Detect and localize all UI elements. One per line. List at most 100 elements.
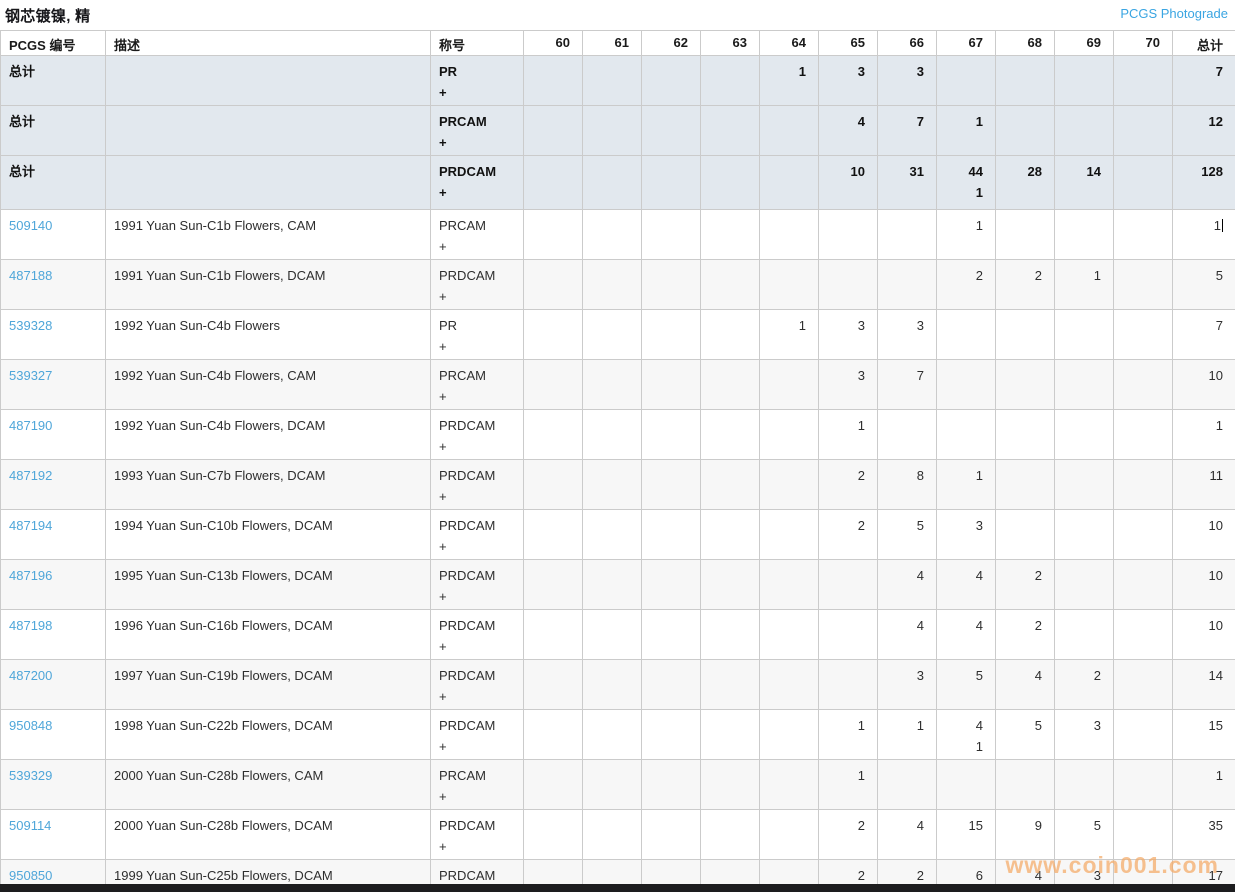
grade-70-cell [1113, 709, 1173, 760]
grade-62-cell [641, 509, 701, 560]
grade-61-cell [582, 55, 642, 106]
pcgs-number-cell: 539328 [0, 309, 106, 360]
designation-cell: PRDCAM + [430, 509, 524, 560]
grade-68-cell: 4 [995, 659, 1055, 710]
pcgs-number-link[interactable]: 487190 [9, 418, 52, 433]
pcgs-number-link[interactable]: 487200 [9, 668, 52, 683]
grade-67-cell [936, 359, 996, 410]
total-value: 1 [1213, 218, 1221, 233]
pcgs-number-link[interactable]: 487194 [9, 518, 52, 533]
total-cell: 7 [1172, 55, 1235, 106]
pcgs-number-link[interactable]: 487192 [9, 468, 52, 483]
table-row: 487198 1996 Yuan Sun-C16b Flowers, DCAM PR… [0, 609, 1235, 660]
total-line: 1 [1174, 415, 1223, 436]
pcgs-number-link[interactable]: 539329 [9, 768, 52, 783]
cell-value: 1991 Yuan Sun-C1b Flowers, DCAM [114, 268, 326, 283]
grade-64-cell [759, 155, 819, 210]
cell-value: 4 [916, 818, 924, 833]
description-cell [105, 155, 431, 210]
grade-67-cell: 1 [936, 105, 996, 156]
grade-66-cell: 31 [877, 155, 937, 210]
cell-value: 2 [975, 268, 983, 283]
grade-62-cell [641, 809, 701, 860]
grade-66-cell: 3 [877, 55, 937, 106]
summary-row: 总计 PRDCAM +10 31 44 1 28 14 128 [0, 155, 1235, 210]
cell-value: 9 [1034, 818, 1042, 833]
total-value: 14 [1208, 668, 1223, 683]
grade-64-cell [759, 259, 819, 310]
column-header-description: 描述 [105, 30, 431, 56]
cell-value: 44 [968, 164, 983, 179]
grade-67-cell: 1 [936, 209, 996, 260]
grade-68-cell [995, 55, 1055, 106]
grade-70-cell [1113, 759, 1173, 810]
coin-description: 1993 Yuan Sun-C7b Flowers, DCAM [105, 459, 431, 510]
grade-63-cell [700, 809, 760, 860]
designation: PRDCAM [439, 418, 496, 433]
total-cell: 5 [1172, 259, 1235, 310]
summary-label: 总计 [0, 155, 106, 210]
pcgs-number-cell: 487200 [0, 659, 106, 710]
grade-60-cell [523, 105, 583, 156]
table-row: 539327 1992 Yuan Sun-C4b Flowers, CAM PRCA… [0, 359, 1235, 410]
grade-69-cell: 3 [1054, 709, 1114, 760]
cell-value: 5 [975, 668, 983, 683]
grade-64-cell: 1 [759, 55, 819, 106]
grade-70-cell [1113, 659, 1173, 710]
grade-67-cell: 5 [936, 659, 996, 710]
pcgs-number-link[interactable]: 539327 [9, 368, 52, 383]
pcgs-number-link[interactable]: 509114 [9, 818, 51, 833]
grade-70-cell [1113, 609, 1173, 660]
column-header-grade-68: 68 [995, 30, 1055, 56]
grade-63-cell [700, 309, 760, 360]
table-row: 509140 1991 Yuan Sun-C1b Flowers, CAM PRCA… [0, 209, 1235, 260]
pcgs-number-link[interactable]: 487198 [9, 618, 52, 633]
summary-row: 总计 PR +1 3 3 7 [0, 55, 1235, 106]
total-value: 12 [1208, 114, 1223, 129]
total-value: 35 [1208, 818, 1223, 833]
pcgs-number-link[interactable]: 487196 [9, 568, 52, 583]
cell-value: 3 [1093, 718, 1101, 733]
grade-64-cell [759, 509, 819, 560]
cell-value: 2 [857, 468, 865, 483]
cell-value: 1995 Yuan Sun-C13b Flowers, DCAM [114, 568, 333, 583]
grade-68-cell: 2 [995, 259, 1055, 310]
cell-value: 6 [975, 868, 983, 883]
grade-60-cell [523, 359, 583, 410]
pcgs-number-link[interactable]: 509140 [9, 218, 52, 233]
pcgs-number-link[interactable]: 539328 [9, 318, 52, 333]
designation-cell: PR + [430, 55, 524, 106]
grade-60-cell [523, 509, 583, 560]
total-line: 1 [1174, 215, 1223, 236]
grade-62-cell [641, 105, 701, 156]
grade-62-cell [641, 709, 701, 760]
pcgs-number-cell: 487198 [0, 609, 106, 660]
column-header-grade-70: 70 [1113, 30, 1173, 56]
grade-60-cell [523, 559, 583, 610]
grade-62-cell [641, 659, 701, 710]
cell-value: 2 [857, 518, 865, 533]
total-cell: 15 [1172, 709, 1235, 760]
cell-value: 3 [857, 318, 865, 333]
cell-value: 1 [975, 468, 983, 483]
cell-value: 8 [916, 468, 924, 483]
pcgs-photograde-link[interactable]: PCGS Photograde [1120, 6, 1228, 21]
designation: PRDCAM [439, 818, 496, 833]
pcgs-number-link[interactable]: 950848 [9, 718, 52, 733]
grade-65-cell [818, 559, 878, 610]
cell-value: 1992 Yuan Sun-C4b Flowers [114, 318, 280, 333]
grade-69-cell [1054, 759, 1114, 810]
designation: PRDCAM [439, 268, 496, 283]
cell-value: 7 [916, 368, 924, 383]
grade-66-cell: 5 [877, 509, 937, 560]
pcgs-number-link[interactable]: 487188 [9, 268, 52, 283]
grade-61-cell [582, 105, 642, 156]
designation-cell: PRDCAM + [430, 409, 524, 460]
grade-70-cell [1113, 155, 1173, 210]
pcgs-number-link[interactable]: 950850 [9, 868, 52, 883]
plus-designation: + [439, 639, 447, 654]
cell-value: 2 [1034, 268, 1042, 283]
grade-61-cell [582, 559, 642, 610]
pcgs-number-cell: 509114 [0, 809, 106, 860]
column-header-designation: 称号 [430, 30, 524, 56]
